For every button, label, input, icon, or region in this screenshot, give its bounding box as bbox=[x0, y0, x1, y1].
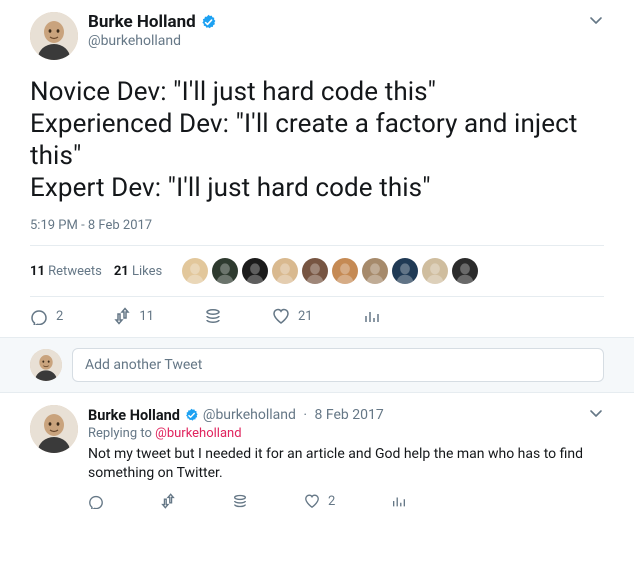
retweet-button[interactable]: 11 bbox=[113, 307, 154, 325]
reply-button[interactable]: 2 bbox=[30, 307, 63, 325]
compose-input[interactable]: Add another Tweet bbox=[72, 348, 604, 382]
reply-analytics-button[interactable] bbox=[391, 493, 407, 509]
liker-avatar[interactable] bbox=[362, 258, 388, 284]
reply-menu-button[interactable] bbox=[588, 405, 604, 425]
verified-badge-icon bbox=[184, 408, 199, 423]
liker-avatar[interactable] bbox=[182, 258, 208, 284]
reply-count: 2 bbox=[56, 309, 63, 324]
actions-row: 2 11 21 bbox=[30, 297, 604, 337]
liker-avatar[interactable] bbox=[302, 258, 328, 284]
compose-avatar[interactable] bbox=[30, 349, 62, 381]
stats-row: 11 Retweets 21 Likes bbox=[30, 246, 604, 297]
retweet-count: 11 bbox=[139, 309, 154, 324]
verified-badge-icon bbox=[200, 14, 217, 31]
replying-to-mention[interactable]: @burkeholland bbox=[155, 426, 241, 441]
reply-author-handle[interactable]: @burkeholland bbox=[203, 407, 296, 423]
tweet-timestamp[interactable]: 5:19 PM - 8 Feb 2017 bbox=[30, 218, 604, 246]
likes-label: Likes bbox=[132, 264, 162, 279]
reply-date[interactable]: 8 Feb 2017 bbox=[315, 407, 384, 423]
reply-header: Burke Holland @burkeholland · 8 Feb 2017 bbox=[88, 405, 604, 425]
author-name: Burke Holland bbox=[88, 12, 196, 32]
reply-retweet-button[interactable] bbox=[160, 493, 176, 509]
liker-avatar[interactable] bbox=[272, 258, 298, 284]
reply-author-name[interactable]: Burke Holland bbox=[88, 407, 199, 424]
reply-reply-button[interactable] bbox=[88, 493, 104, 509]
tweet-menu-button[interactable] bbox=[588, 12, 604, 32]
share-button[interactable] bbox=[204, 307, 222, 325]
compose-strip: Add another Tweet bbox=[0, 338, 634, 393]
liker-avatar[interactable] bbox=[392, 258, 418, 284]
liker-avatar[interactable] bbox=[452, 258, 478, 284]
author-block[interactable]: Burke Holland @burkeholland bbox=[88, 12, 588, 49]
retweets-label: Retweets bbox=[48, 264, 102, 279]
main-tweet: Burke Holland @burkeholland Novice Dev: … bbox=[0, 0, 634, 338]
retweets-stat[interactable]: 11 Retweets bbox=[30, 264, 102, 279]
likes-stat[interactable]: 21 Likes bbox=[114, 264, 162, 279]
like-button[interactable]: 21 bbox=[272, 307, 313, 325]
replying-to: Replying to @burkeholland bbox=[88, 426, 604, 441]
tweet-text: Novice Dev: "I'll just hard code this" E… bbox=[30, 76, 604, 204]
reply-like-count: 2 bbox=[328, 494, 335, 509]
avatar[interactable] bbox=[30, 12, 78, 60]
liker-avatars[interactable] bbox=[182, 258, 482, 284]
reply-like-button[interactable]: 2 bbox=[304, 493, 335, 509]
tweet-header: Burke Holland @burkeholland bbox=[30, 12, 604, 60]
retweets-count: 11 bbox=[30, 264, 45, 279]
reply-avatar[interactable] bbox=[30, 405, 78, 453]
likes-count: 21 bbox=[114, 264, 129, 279]
author-handle: @burkeholland bbox=[88, 33, 588, 49]
reply-tweet: Burke Holland @burkeholland · 8 Feb 2017… bbox=[0, 393, 634, 523]
liker-avatar[interactable] bbox=[212, 258, 238, 284]
liker-avatar[interactable] bbox=[422, 258, 448, 284]
analytics-button[interactable] bbox=[363, 307, 381, 325]
reply-text: Not my tweet but I needed it for an arti… bbox=[88, 445, 604, 483]
like-count: 21 bbox=[298, 309, 313, 324]
liker-avatar[interactable] bbox=[242, 258, 268, 284]
reply-share-button[interactable] bbox=[232, 493, 248, 509]
liker-avatar[interactable] bbox=[332, 258, 358, 284]
reply-actions: 2 bbox=[88, 493, 604, 509]
